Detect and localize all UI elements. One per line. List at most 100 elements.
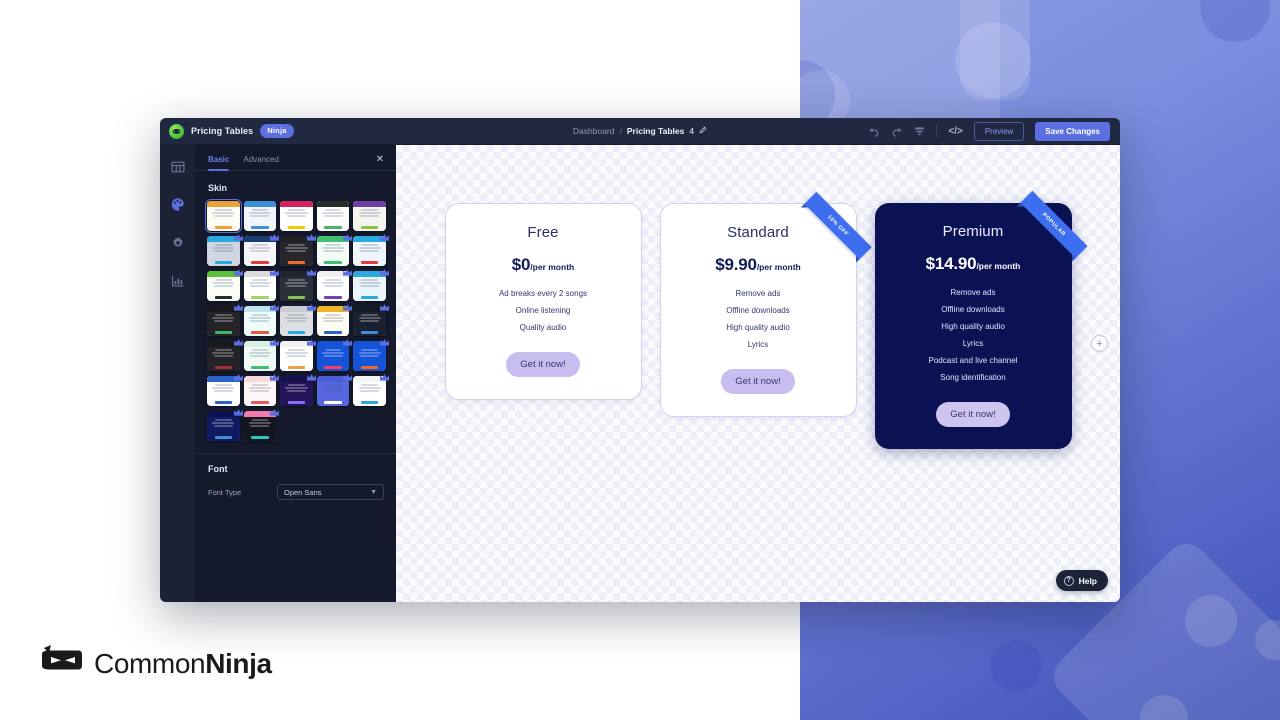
pricing-card[interactable]: Free $0/per month Ad breaks every 2 songs O…	[444, 203, 642, 400]
skin-thumbnail[interactable]	[353, 304, 389, 336]
skin-thumbnail[interactable]	[316, 201, 350, 231]
breadcrumb-root[interactable]: Dashboard	[573, 126, 615, 136]
font-type-select[interactable]: Open Sans ▼	[277, 484, 384, 500]
skin-preview-line	[285, 387, 308, 389]
skin-thumbnail[interactable]	[353, 269, 389, 301]
skin-preview-line	[248, 212, 272, 214]
chevron-down-icon: ▼	[370, 488, 377, 496]
skin-preview-line	[360, 320, 380, 322]
skin-thumbnail[interactable]	[280, 374, 316, 406]
skin-preview-button	[214, 435, 233, 439]
skin-thumbnail[interactable]	[353, 339, 389, 371]
skin-preview-button	[251, 435, 269, 439]
skin-thumbnail[interactable]	[207, 269, 243, 301]
plan-price: $9.90/per month	[675, 255, 842, 275]
skin-thumbnail[interactable]	[280, 269, 316, 301]
analytics-bar-chart-icon[interactable]	[169, 272, 186, 289]
skin-preview-line	[288, 349, 305, 351]
crown-icon	[306, 302, 317, 313]
plan-cta-button[interactable]: Get it now!	[506, 352, 580, 377]
skin-thumbnail[interactable]	[316, 339, 353, 371]
tab-advanced[interactable]: Advanced	[243, 155, 279, 170]
skin-preview-line	[360, 355, 380, 357]
skin-thumbnail[interactable]	[243, 374, 280, 406]
skin-preview-line	[250, 425, 270, 427]
skin-thumbnail[interactable]	[207, 234, 243, 266]
skin-thumbnail[interactable]	[280, 339, 316, 371]
skin-preview-body	[244, 312, 277, 336]
table-grid-icon[interactable]	[169, 158, 186, 175]
skin-preview-button	[214, 225, 233, 229]
skin-preview-button	[360, 295, 379, 299]
pricing-card[interactable]: POPULAR Premium $14.90/per month Remove ads…	[874, 190, 1088, 449]
plan-feature: Offline downloads	[726, 306, 790, 315]
skin-preview-body	[244, 347, 277, 371]
undo-icon[interactable]	[868, 125, 880, 137]
plan-cta-button[interactable]: Get it now!	[936, 402, 1010, 427]
skin-preview-line	[250, 320, 270, 322]
skin-thumbnail[interactable]	[316, 269, 353, 301]
skin-thumbnail[interactable]	[243, 269, 280, 301]
skin-preview-line	[286, 285, 307, 287]
skin-thumbnail[interactable]	[280, 201, 313, 231]
skin-thumbnail[interactable]	[353, 234, 389, 266]
redo-icon[interactable]	[891, 125, 903, 137]
skin-thumbnail[interactable]	[207, 409, 243, 441]
editor-canvas[interactable]: Free $0/per month Ad breaks every 2 songs O…	[396, 145, 1120, 602]
skin-thumbnail[interactable]	[316, 234, 353, 266]
skin-thumbnail[interactable]	[316, 304, 353, 336]
skin-thumbnail[interactable]	[243, 234, 280, 266]
skin-preview	[243, 201, 277, 231]
skin-thumbnail[interactable]	[207, 339, 243, 371]
crown-icon	[379, 232, 390, 243]
skin-preview-line	[213, 390, 233, 392]
skin-thumbnail[interactable]	[316, 374, 353, 406]
skin-thumbnail[interactable]	[207, 304, 243, 336]
preview-button[interactable]: Preview	[973, 121, 1025, 141]
skin-preview-line	[288, 279, 305, 281]
skin-thumbnail[interactable]	[243, 409, 280, 441]
plus-circle-icon[interactable]: +	[1091, 335, 1108, 352]
skin-preview-line	[288, 314, 305, 316]
skin-thumbnail[interactable]	[353, 201, 386, 231]
skin-thumbnail[interactable]	[280, 234, 316, 266]
palette-icon[interactable]	[169, 196, 186, 213]
skin-preview-line	[251, 384, 269, 386]
crown-icon	[342, 232, 353, 243]
code-brackets-icon[interactable]: </>	[948, 126, 962, 137]
skin-preview-button	[251, 400, 269, 404]
skin-preview-line	[361, 244, 378, 246]
skin-preview-line	[321, 212, 345, 214]
crown-icon	[269, 337, 280, 348]
save-button[interactable]: Save Changes	[1035, 121, 1110, 141]
tab-basic[interactable]: Basic	[208, 155, 230, 171]
plan-feature: Remove ads	[950, 288, 996, 297]
plan-feature-list: Ad breaks every 2 songs Online listening Q…	[460, 289, 627, 332]
pencil-icon[interactable]	[699, 126, 707, 136]
skin-thumbnail[interactable]	[353, 374, 389, 406]
gear-icon[interactable]	[169, 234, 186, 251]
skin-thumbnail[interactable]	[243, 339, 280, 371]
pricing-card[interactable]: 10% OFF Standard $9.90/per month Remove ads…	[659, 191, 872, 417]
skin-preview-body	[280, 347, 313, 371]
layout-template-icon[interactable]	[914, 126, 925, 137]
skin-preview-line	[358, 247, 381, 249]
crown-icon	[233, 407, 244, 418]
skin-thumbnail[interactable]	[207, 374, 243, 406]
plan-badge[interactable]: Ninja	[260, 123, 294, 139]
plan-cta-button[interactable]: Get it now!	[721, 369, 795, 394]
skin-thumbnail[interactable]	[243, 304, 280, 336]
crown-icon	[233, 267, 244, 278]
plan-price-amount: $9.90	[715, 255, 757, 274]
skin-thumbnail[interactable]	[205, 199, 242, 233]
skin-preview-line	[361, 209, 378, 211]
skin-thumbnail[interactable]	[243, 201, 277, 231]
skin-preview-body	[353, 207, 386, 231]
skin-preview-line	[286, 355, 307, 357]
help-button[interactable]: ? Help	[1055, 570, 1108, 591]
plan-feature: Quality audio	[519, 323, 567, 332]
skin-thumbnail[interactable]	[280, 304, 316, 336]
skin-preview-line	[358, 212, 381, 214]
topbar-actions: </> Preview Save Changes	[868, 121, 1120, 141]
close-icon[interactable]: ✕	[376, 154, 384, 170]
